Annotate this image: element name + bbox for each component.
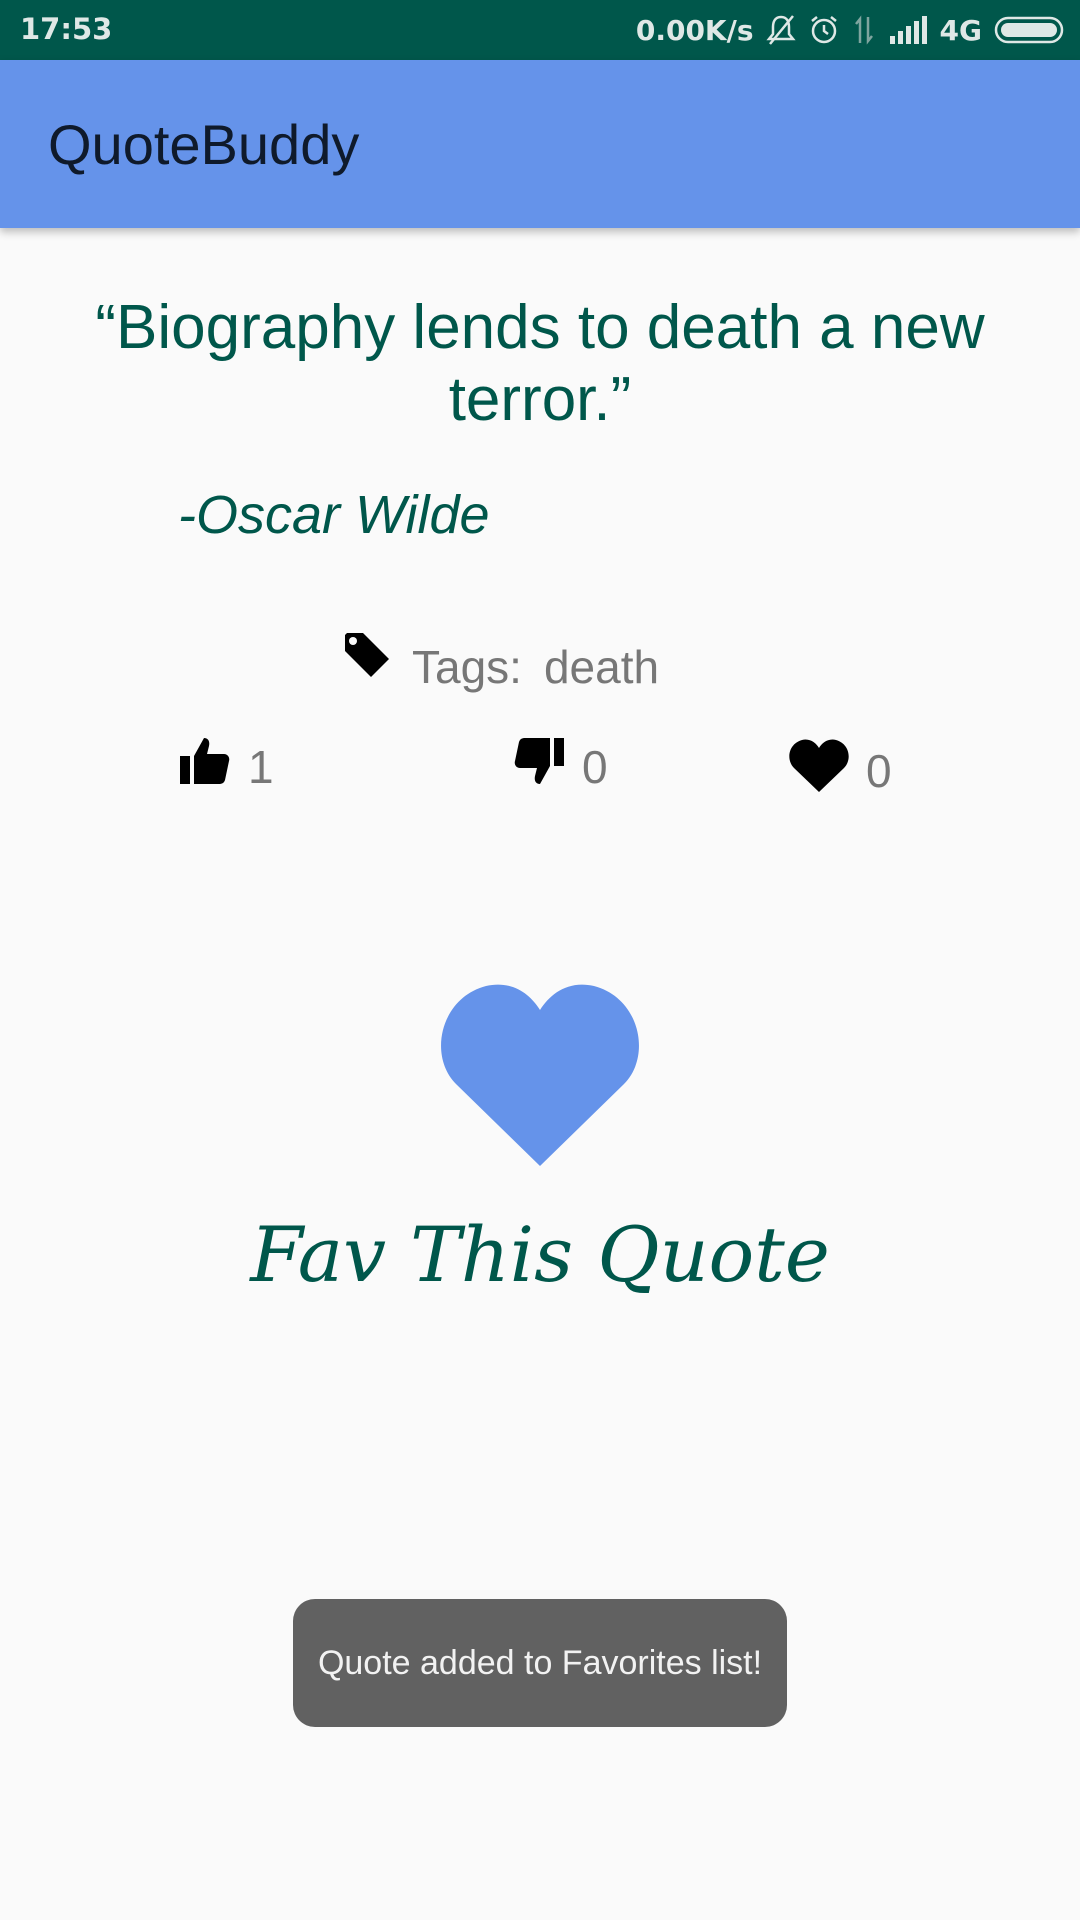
tag-icon — [342, 631, 392, 690]
signal-icon — [888, 16, 928, 44]
status-icons: 0.00K/s 4G — [636, 0, 1066, 60]
fav-this-quote-label[interactable]: Fav This Quote — [0, 1210, 1080, 1299]
tag-value[interactable]: death — [544, 640, 659, 694]
status-time: 17:53 — [20, 12, 113, 46]
tags-label: Tags: — [412, 641, 522, 693]
mute-bell-icon — [765, 14, 796, 46]
network-type: 4G — [939, 13, 982, 47]
dislikes-stat[interactable]: 0 — [512, 736, 608, 797]
thumbs-up-icon[interactable] — [178, 736, 248, 797]
likes-stat[interactable]: 1 — [178, 736, 274, 797]
quote-author: -Oscar Wilde — [178, 485, 490, 545]
data-arrows-icon — [852, 15, 876, 45]
quote-text: “Biography lends to death a new terror.” — [95, 293, 985, 434]
alarm-icon — [808, 14, 840, 46]
likes-count: 1 — [248, 740, 274, 793]
toast-text: Quote added to Favorites list! — [317, 1643, 763, 1682]
heart-icon[interactable] — [438, 980, 642, 1170]
thumbs-down-icon[interactable] — [512, 736, 582, 797]
app-bar: QuoteBuddy — [0, 60, 1080, 228]
status-bar: 17:53 0.00K/s 4G — [0, 0, 1080, 60]
heart-small-icon — [788, 736, 866, 805]
app-title: QuoteBuddy — [48, 113, 360, 176]
toast-message: Quote added to Favorites list! — [293, 1599, 787, 1727]
favorites-stat: 0 — [788, 736, 892, 805]
favorites-count: 0 — [866, 744, 892, 797]
dislikes-count: 0 — [582, 740, 608, 793]
battery-icon — [994, 15, 1066, 45]
net-speed: 0.00K/s — [635, 13, 754, 47]
tags-row: Tags: death — [342, 632, 659, 694]
